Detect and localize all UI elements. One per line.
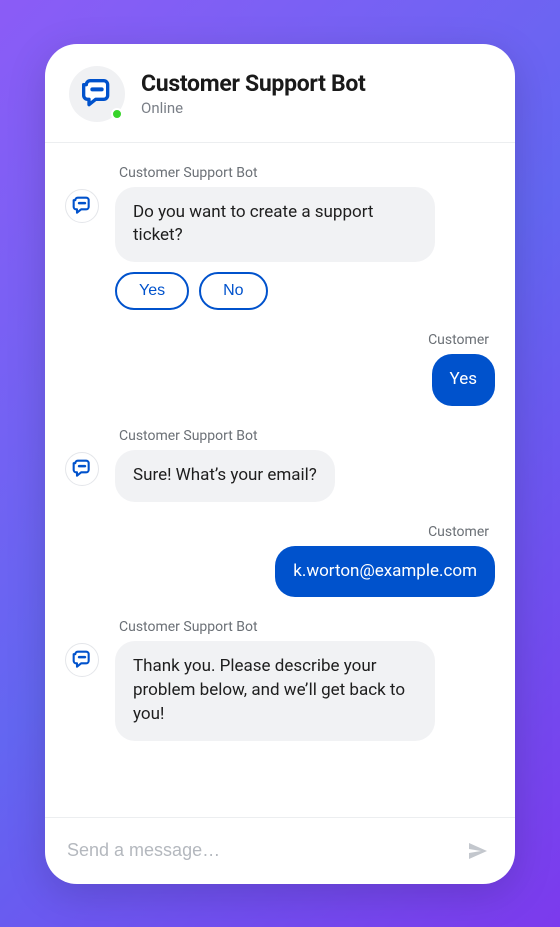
message-bubble: Thank you. Please describe your problem … [115, 641, 435, 740]
chat-title: Customer Support Bot [141, 70, 366, 97]
bot-avatar-small [65, 452, 99, 486]
online-status-dot [111, 108, 123, 120]
message-input[interactable] [67, 840, 451, 861]
message-group: Customer k.worton@example.com [65, 524, 495, 598]
chat-bubble-icon [72, 650, 92, 670]
chat-status: Online [141, 99, 366, 117]
message-group: Customer Support Bot Thank you. Please d… [65, 619, 495, 740]
message-list: Customer Support Bot Do you want to crea… [45, 143, 515, 817]
message-bubble: Sure! What’s your email? [115, 450, 335, 502]
chat-header: Customer Support Bot Online [45, 44, 515, 143]
message-group: Customer Support Bot Do you want to crea… [65, 165, 495, 311]
composer [45, 817, 515, 884]
quick-reply-yes[interactable]: Yes [115, 272, 189, 310]
bot-avatar [69, 66, 125, 122]
message-bubble: k.worton@example.com [275, 546, 495, 598]
bot-avatar-small [65, 189, 99, 223]
message-bubble: Do you want to create a support ticket? [115, 187, 435, 263]
chat-bubble-icon [72, 196, 92, 216]
quick-reply-no[interactable]: No [199, 272, 267, 310]
chat-bubble-icon [81, 78, 113, 110]
sender-label: Customer [428, 332, 495, 348]
chat-bubble-icon [72, 459, 92, 479]
quick-replies: Yes No [115, 272, 268, 310]
message-group: Customer Yes [65, 332, 495, 406]
sender-label: Customer Support Bot [115, 428, 495, 444]
sender-label: Customer [428, 524, 495, 540]
sender-label: Customer Support Bot [115, 165, 495, 181]
chat-window: Customer Support Bot Online Customer Sup… [45, 44, 515, 884]
bot-avatar-small [65, 643, 99, 677]
sender-label: Customer Support Bot [115, 619, 495, 635]
message-group: Customer Support Bot Sure! What’s your e… [65, 428, 495, 502]
message-bubble: Yes [432, 354, 495, 406]
send-icon [466, 839, 490, 863]
send-button[interactable] [463, 836, 493, 866]
